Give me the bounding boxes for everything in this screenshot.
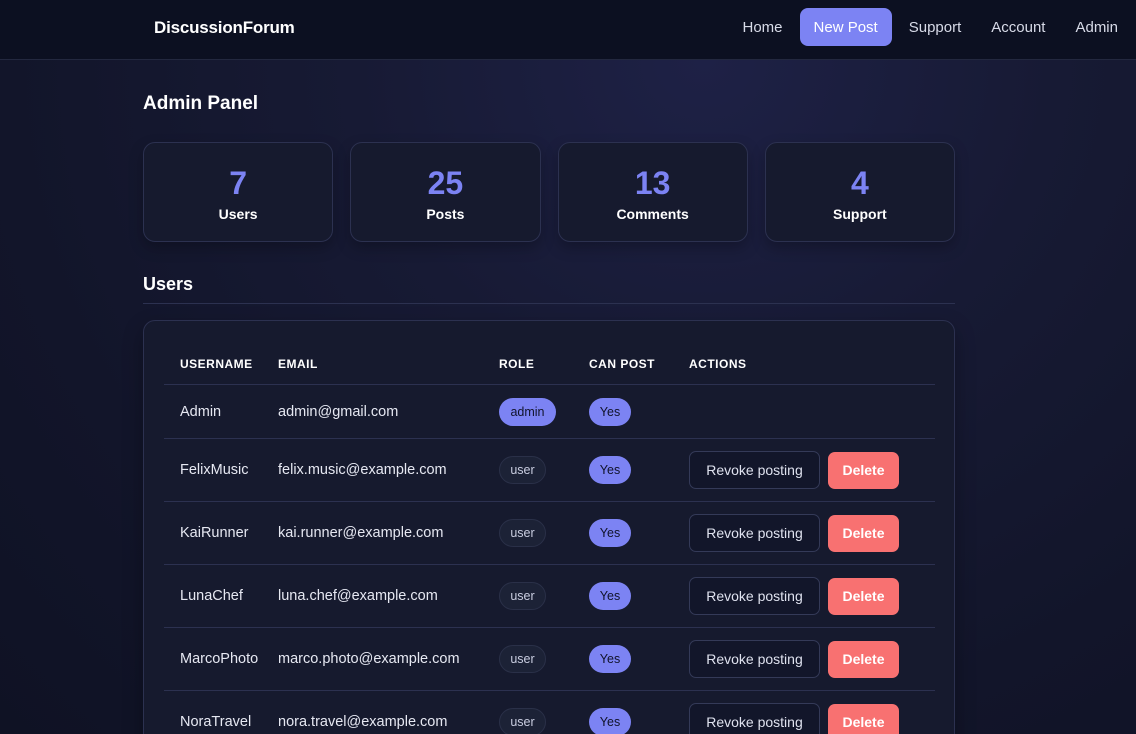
role-badge: user [499,645,546,673]
stat-card-support: 4 Support [764,142,955,242]
table-row: KaiRunner kai.runner@example.com user Ye… [164,502,935,565]
column-header-can-post: CAN POST [589,356,656,371]
stat-label: Users [218,205,258,222]
table-row: LunaChef luna.chef@example.com user Yes … [164,565,935,628]
cell-email: admin@gmail.com [278,403,399,420]
stat-value: 4 [850,164,869,201]
can-post-badge: Yes [589,645,631,673]
can-post-badge: Yes [589,582,631,610]
table-row: FelixMusic felix.music@example.com user … [164,439,935,502]
role-badge: user [499,519,546,547]
cell-email: nora.travel@example.com [278,714,448,730]
nav-link-new-post[interactable]: New Post [799,8,892,46]
cell-username: MarcoPhoto [180,651,259,667]
actions-cell: Revoke posting Delete [689,703,935,734]
top-navbar: DiscussionForum Home New Post Support Ac… [0,0,1136,60]
revoke-posting-button[interactable]: Revoke posting [689,703,820,734]
column-header-username: USERNAME [180,356,253,371]
table-row: NoraTravel nora.travel@example.com user … [164,691,935,734]
stat-label: Posts [426,205,465,222]
column-header-actions: ACTIONS [689,356,747,371]
revoke-posting-button[interactable]: Revoke posting [689,514,820,552]
stat-card-posts: 25 Posts [350,142,541,242]
actions-cell: Revoke posting Delete [689,451,935,489]
stat-value: 7 [229,164,248,201]
can-post-badge: Yes [589,519,631,547]
cell-username: LunaChef [180,588,243,604]
delete-user-button[interactable]: Delete [828,514,899,552]
section-title-users: Users [143,274,194,294]
table-header: USERNAME EMAIL ROLE CAN POST ACTIONS [164,343,935,385]
cell-username: FelixMusic [180,462,249,478]
role-badge: user [499,456,546,484]
cell-email: felix.music@example.com [278,462,447,478]
delete-user-button[interactable]: Delete [828,451,899,489]
stat-value: 25 [427,164,464,201]
delete-user-button[interactable]: Delete [828,640,899,678]
stat-value: 13 [634,164,671,201]
role-badge: admin [499,397,556,426]
can-post-badge: Yes [589,397,631,426]
nav-links: Home New Post Support Account Admin [728,8,1136,46]
stat-label: Support [833,205,887,222]
stat-card-comments: 13 Comments [557,142,748,242]
delete-user-button[interactable]: Delete [828,577,899,615]
stat-label: Comments [616,205,689,222]
page-title: Admin Panel [143,93,259,114]
column-header-email: EMAIL [278,356,318,371]
nav-link-support[interactable]: Support [894,8,977,46]
cell-email: kai.runner@example.com [278,525,444,541]
cell-username: KaiRunner [180,525,249,541]
cell-username: Admin [180,403,222,420]
nav-link-admin[interactable]: Admin [1060,8,1136,46]
role-badge: user [499,582,546,610]
revoke-posting-button[interactable]: Revoke posting [689,451,820,489]
actions-cell: Revoke posting Delete [689,514,935,552]
table-row: Admin admin@gmail.com admin Yes [164,385,935,439]
cell-username: NoraTravel [180,714,252,730]
revoke-posting-button[interactable]: Revoke posting [689,577,820,615]
can-post-badge: Yes [589,456,631,484]
stats-row: 7 Users 25 Posts 13 Comments 4 Support [143,142,955,242]
nav-link-home[interactable]: Home [728,8,798,46]
users-table-card: USERNAME EMAIL ROLE CAN POST ACTIONS Adm… [143,320,955,734]
section-divider [143,303,955,304]
column-header-role: ROLE [499,356,535,371]
table-row: MarcoPhoto marco.photo@example.com user … [164,628,935,691]
cell-email: luna.chef@example.com [278,588,438,604]
stat-card-users: 7 Users [143,142,334,242]
brand-logo[interactable]: DiscussionForum [154,18,295,38]
revoke-posting-button[interactable]: Revoke posting [689,640,820,678]
users-table: USERNAME EMAIL ROLE CAN POST ACTIONS Adm… [164,343,935,734]
actions-cell: Revoke posting Delete [689,640,935,678]
nav-link-account[interactable]: Account [976,8,1060,46]
cell-email: marco.photo@example.com [278,651,460,667]
role-badge: user [499,708,546,734]
can-post-badge: Yes [589,708,631,734]
delete-user-button[interactable]: Delete [828,703,899,734]
actions-cell: Revoke posting Delete [689,577,935,615]
